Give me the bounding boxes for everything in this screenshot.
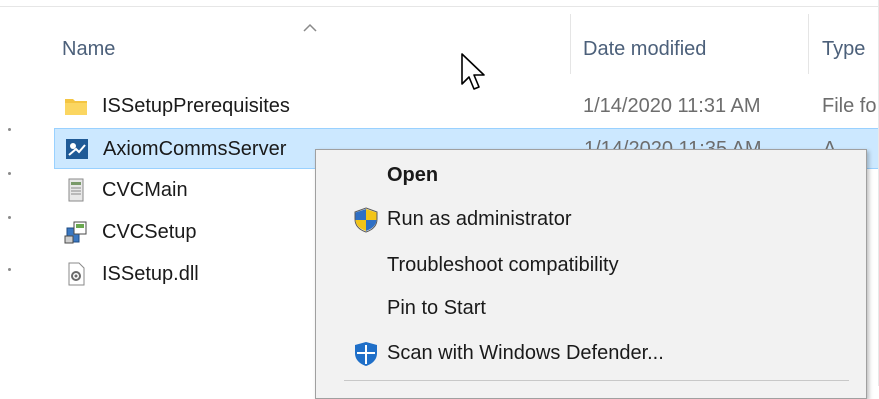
- folder-icon: [65, 99, 87, 115]
- dll-file-icon: [68, 262, 85, 286]
- file-name: ISSetup.dll: [102, 263, 199, 285]
- setup-icon: [64, 221, 87, 244]
- file-date-modified: 1/14/2020 11:31 AM: [583, 95, 761, 117]
- nav-pane-dot: [8, 216, 11, 219]
- menu-separator: [344, 380, 849, 381]
- header-top-border: [0, 6, 879, 7]
- menu-item-pin-to-start[interactable]: Pin to Start: [316, 289, 866, 329]
- menu-item-open[interactable]: Open: [316, 156, 866, 196]
- menu-item-label: Pin to Start: [387, 297, 486, 319]
- windows-defender-icon: [355, 342, 377, 366]
- nav-pane-dot: [8, 128, 11, 131]
- nav-pane-dot: [8, 172, 11, 175]
- column-divider[interactable]: [570, 14, 571, 74]
- file-name: ISSetupPrerequisites: [102, 95, 290, 117]
- sort-ascending-icon[interactable]: [302, 22, 318, 34]
- file-type: File fo: [822, 95, 877, 117]
- menu-item-run-as-administrator[interactable]: Run as administrator: [316, 200, 866, 240]
- uac-shield-icon: [354, 207, 378, 233]
- file-name: CVCMain: [102, 179, 188, 201]
- context-menu: Open Run as administrator Troubleshoot c…: [315, 149, 867, 399]
- menu-item-troubleshoot-compatibility[interactable]: Troubleshoot compatibility: [316, 246, 866, 286]
- column-header-name[interactable]: Name: [62, 38, 115, 61]
- text-file-icon: [68, 178, 84, 202]
- column-divider[interactable]: [808, 14, 809, 74]
- menu-item-label: Troubleshoot compatibility: [387, 254, 619, 276]
- application-icon: [66, 139, 88, 159]
- menu-item-label: Run as administrator: [387, 208, 572, 230]
- nav-pane-dot: [8, 268, 11, 271]
- file-row[interactable]: ISSetupPrerequisites 1/14/2020 11:31 AM …: [54, 86, 879, 127]
- file-name: AxiomCommsServer: [103, 138, 287, 160]
- menu-item-label: Scan with Windows Defender...: [387, 342, 664, 364]
- column-header-type[interactable]: Type: [822, 38, 865, 61]
- menu-item-scan-with-windows-defender[interactable]: Scan with Windows Defender...: [316, 334, 866, 374]
- column-header-date-modified[interactable]: Date modified: [583, 38, 706, 61]
- file-name: CVCSetup: [102, 221, 197, 243]
- menu-item-label: Open: [387, 164, 439, 186]
